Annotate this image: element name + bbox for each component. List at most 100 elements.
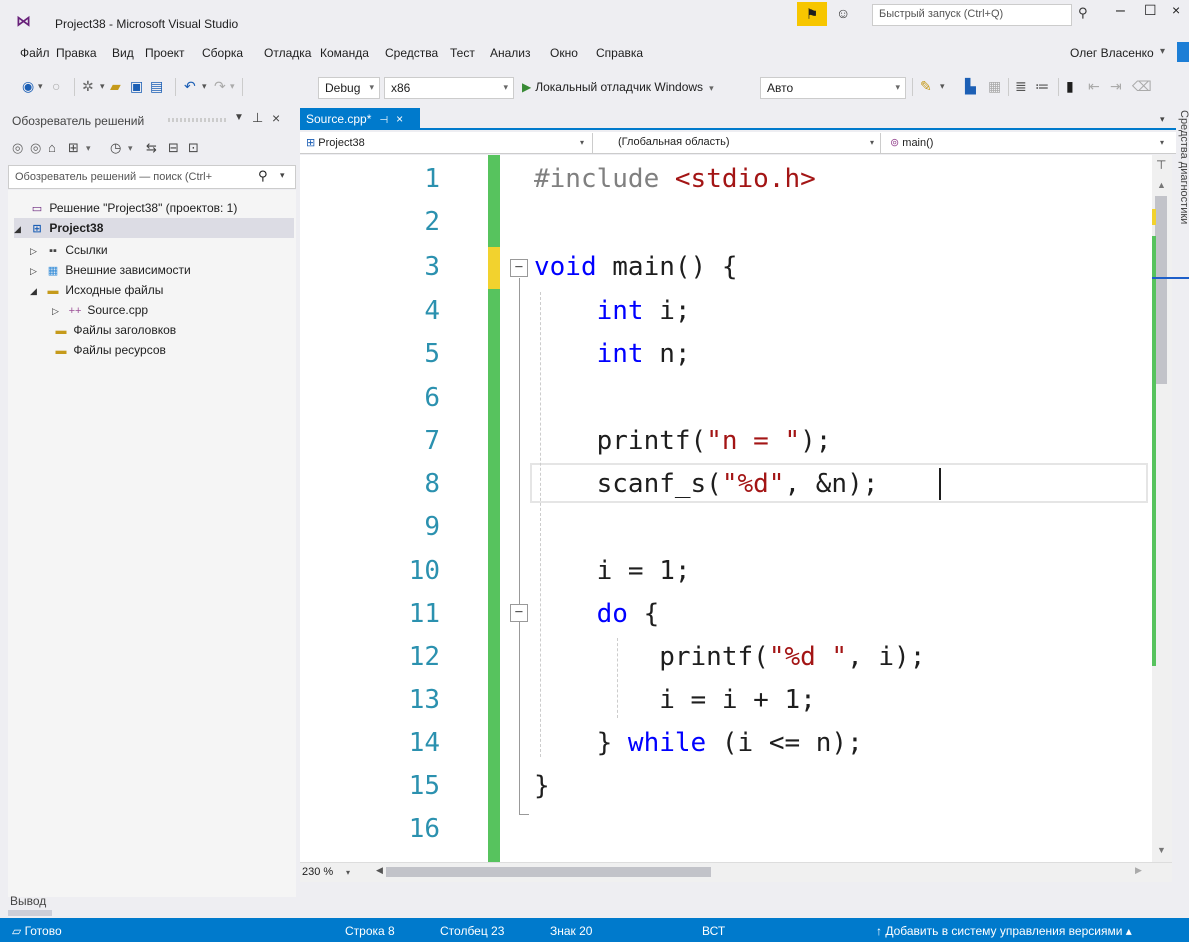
undo-icon[interactable]: ↶ — [184, 76, 196, 96]
menu-window[interactable]: Окно — [550, 46, 578, 60]
menu-view[interactable]: Вид — [112, 46, 134, 60]
tree-item-external-deps[interactable]: ▷ ▦ Внешние зависимости — [30, 260, 290, 280]
chevron-down-icon[interactable]: ▾ — [1160, 114, 1165, 125]
menu-team[interactable]: Команда — [320, 46, 369, 60]
chevron-down-icon[interactable]: ▼ — [234, 112, 244, 123]
user-avatar-badge[interactable] — [1177, 42, 1189, 62]
bookmark-icon[interactable]: ▮ — [1066, 76, 1074, 96]
properties-icon[interactable]: ⊡ — [188, 140, 199, 156]
expanded-arrow-icon[interactable]: ◢ — [30, 281, 44, 301]
tree-item-solution[interactable]: ▭ Решение "Project38" (проектов: 1) — [14, 198, 284, 218]
minimize-window-icon[interactable]: ‒ — [1116, 2, 1125, 20]
collapsed-arrow-icon[interactable]: ▷ — [30, 241, 44, 261]
menu-build[interactable]: Сборка — [202, 46, 243, 60]
navigate-forward-icon[interactable]: ○ — [52, 76, 60, 96]
scroll-down-icon[interactable]: ▼ — [1157, 845, 1166, 855]
horizontal-scroll-thumb[interactable] — [386, 867, 711, 877]
open-folder-icon[interactable]: ▰ — [110, 76, 121, 96]
tab-output[interactable]: Вывод — [10, 894, 46, 908]
chevron-down-icon[interactable]: ▾ — [1160, 46, 1165, 57]
next-bookmark-icon[interactable]: ⇥ — [1110, 76, 1122, 96]
uncomment-lines-icon[interactable]: ≔ — [1035, 76, 1049, 96]
chevron-down-icon[interactable]: ▾ — [1160, 138, 1164, 147]
pin-icon[interactable]: ⊥ — [252, 110, 263, 126]
save-icon[interactable]: ▣ — [130, 76, 143, 96]
close-icon[interactable]: × — [272, 110, 280, 126]
browser-link-icon[interactable]: ✎ — [920, 76, 932, 96]
chevron-down-icon[interactable]: ▾ — [230, 76, 235, 96]
navigate-back-icon[interactable]: ◉ — [22, 76, 34, 96]
quick-launch-input[interactable]: Быстрый запуск (Ctrl+Q) — [872, 4, 1072, 26]
collapse-region-icon[interactable]: − — [510, 604, 528, 622]
status-insert-mode[interactable]: ВСТ — [702, 924, 725, 938]
tree-item-references[interactable]: ▷ ▪▪ Ссылки — [30, 240, 290, 260]
user-account-name[interactable]: Олег Власенко — [1070, 46, 1154, 60]
pin-icon[interactable]: ⊣ — [379, 115, 388, 126]
chevron-down-icon[interactable]: ▾ — [346, 868, 350, 877]
solution-explorer-icon[interactable]: ▙ — [965, 76, 976, 96]
nav-project-select[interactable]: ⊞ Project38 — [306, 136, 365, 149]
close-icon[interactable]: × — [396, 112, 403, 126]
chevron-down-icon[interactable]: ▾ — [38, 76, 43, 96]
chevron-down-icon[interactable]: ▾ — [870, 138, 874, 147]
add-to-source-control-button[interactable]: ↑ Добавить в систему управления версиями… — [876, 924, 1132, 938]
configuration-select[interactable]: Debug ▾ — [318, 77, 380, 99]
menu-help[interactable]: Справка — [596, 46, 643, 60]
chevron-down-icon[interactable]: ▾ — [202, 76, 207, 96]
tab-source-cpp[interactable]: Source.cpp* ⊣ × — [300, 108, 420, 130]
forward-icon[interactable]: ◎ — [30, 140, 41, 156]
feedback-icon[interactable]: ☺ — [836, 5, 850, 21]
menu-project[interactable]: Проект — [145, 46, 185, 60]
menu-debug[interactable]: Отладка — [264, 46, 311, 60]
platform-select[interactable]: x86 ▾ — [384, 77, 514, 99]
comment-lines-icon[interactable]: ≣ — [1015, 76, 1027, 96]
split-window-icon[interactable]: ⊤ — [1156, 158, 1166, 172]
expanded-arrow-icon[interactable]: ◢ — [14, 219, 28, 239]
solution-search-input[interactable]: Обозреватель решений — поиск (Ctrl+ — [8, 165, 296, 189]
home-icon[interactable]: ⌂ — [48, 140, 56, 155]
zoom-level-select[interactable]: 230 % — [302, 866, 333, 878]
save-all-icon[interactable]: ▤ — [150, 76, 163, 96]
collapse-region-icon[interactable]: − — [510, 259, 528, 277]
tree-item-resource-files[interactable]: ▬ Файлы ресурсов — [52, 340, 292, 360]
chevron-down-icon[interactable]: ▾ — [86, 143, 91, 154]
collapsed-arrow-icon[interactable]: ▷ — [30, 261, 44, 281]
collapse-all-icon[interactable]: ⊟ — [168, 140, 179, 156]
redo-icon[interactable]: ↷ — [214, 76, 226, 96]
tree-item-source-files[interactable]: ◢ ▬ Исходные файлы — [30, 280, 290, 300]
new-project-icon[interactable]: ✲ — [82, 76, 94, 96]
menu-test[interactable]: Тест — [450, 46, 475, 60]
diagnostic-tools-tab[interactable]: Средства диагностики — [1178, 110, 1189, 224]
tree-item-header-files[interactable]: ▬ Файлы заголовков — [52, 320, 292, 340]
back-icon[interactable]: ◎ — [12, 140, 23, 156]
layout-icon[interactable]: ▦ — [988, 76, 1001, 96]
start-debugging-button[interactable]: ▶ Локальный отладчик Windows ▾ — [522, 80, 714, 94]
tree-item-source-cpp[interactable]: ▷ ++ Source.cpp — [52, 300, 292, 320]
chevron-down-icon[interactable]: ▾ — [128, 143, 133, 154]
search-icon[interactable]: ⚲ — [258, 168, 268, 184]
scroll-left-icon[interactable]: ◀ — [376, 865, 383, 876]
menu-analyze[interactable]: Анализ — [490, 46, 531, 60]
panel-grip[interactable] — [168, 118, 226, 122]
clear-bookmarks-icon[interactable]: ⌫ — [1132, 76, 1152, 96]
scroll-up-icon[interactable]: ▲ — [1157, 180, 1166, 190]
nav-member-select[interactable]: ⊚ main() — [890, 136, 933, 149]
nav-scope-select[interactable]: (Глобальная область) — [618, 136, 730, 148]
notifications-flag-icon[interactable]: ⚑ — [797, 2, 827, 26]
switch-views-icon[interactable]: ⊞ — [68, 140, 79, 156]
chevron-down-icon[interactable]: ▾ — [580, 138, 584, 147]
vertical-scroll-thumb[interactable] — [1155, 196, 1167, 384]
tree-item-project[interactable]: ◢ ⊞ Project38 — [14, 218, 294, 238]
collapsed-arrow-icon[interactable]: ▷ — [52, 301, 66, 321]
close-window-icon[interactable]: × — [1172, 2, 1180, 18]
search-icon[interactable]: ⚲ — [1078, 5, 1088, 21]
chevron-down-icon[interactable]: ▾ — [940, 76, 945, 96]
chevron-down-icon[interactable]: ▾ — [280, 170, 285, 181]
chevron-down-icon[interactable]: ▾ — [100, 76, 105, 96]
menu-tools[interactable]: Средства — [385, 46, 438, 60]
prev-bookmark-icon[interactable]: ⇤ — [1088, 76, 1100, 96]
menu-edit[interactable]: Правка — [56, 46, 97, 60]
solution-config-select[interactable]: Авто ▾ — [760, 77, 906, 99]
sync-icon[interactable]: ⇆ — [146, 140, 157, 156]
menu-file[interactable]: Файл — [20, 46, 50, 60]
